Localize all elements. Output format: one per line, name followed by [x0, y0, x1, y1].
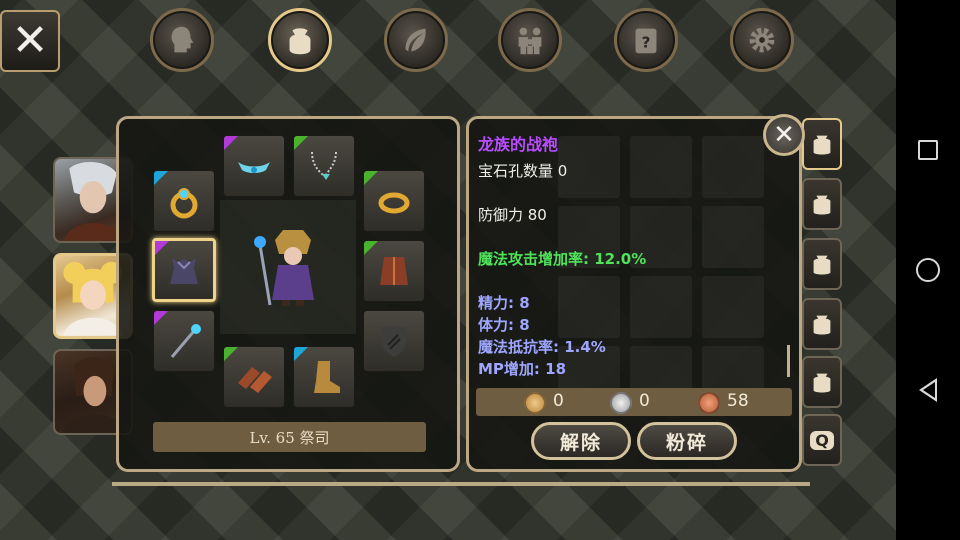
tab-character[interactable]	[150, 8, 214, 72]
close-icon: ✕	[773, 120, 795, 150]
character-level-label: Lv. 65 祭司	[153, 422, 426, 452]
necklace-icon	[311, 151, 337, 180]
bag-icon	[813, 255, 831, 275]
recent-apps-button[interactable]	[912, 134, 944, 166]
gold-amount: 0	[553, 391, 564, 411]
head-icon	[171, 26, 194, 53]
slot-boots[interactable]	[293, 346, 355, 408]
tab-social[interactable]	[498, 8, 562, 72]
defense-stat: 防御力 80	[478, 206, 547, 224]
slot-cloak[interactable]	[363, 240, 425, 302]
gear-icon	[749, 27, 775, 53]
slot-armor[interactable]	[152, 238, 216, 302]
cloak-icon	[380, 257, 408, 285]
close-info-button[interactable]: ✕	[763, 114, 805, 156]
slot-gloves[interactable]	[223, 346, 285, 408]
bag-icon	[813, 135, 831, 155]
bag-icon	[813, 373, 831, 393]
divider	[112, 482, 810, 486]
svg-text:?: ?	[642, 34, 651, 52]
gloves-icon	[238, 367, 272, 393]
slot-head[interactable]	[223, 135, 285, 197]
copper-coin-icon	[698, 392, 720, 414]
bag-tab-3[interactable]	[802, 238, 842, 290]
silver-coin-icon	[610, 392, 632, 414]
boots-icon	[314, 361, 340, 393]
stat-line: 魔法抵抗率: 1.4%	[478, 338, 606, 356]
back-triangle-icon	[919, 378, 937, 402]
bag-tab-quest-label: Q	[810, 430, 834, 450]
slot-necklace[interactable]	[293, 135, 355, 197]
info-scrollbar[interactable]	[787, 345, 790, 377]
bag-tab-quest[interactable]: Q	[802, 414, 842, 466]
socket-count: 宝石孔数量 0	[478, 162, 568, 180]
slot-weapon[interactable]	[153, 310, 215, 372]
bag-icon	[813, 315, 831, 335]
stat-line: MP增加: 18	[478, 360, 567, 378]
bag-icon	[289, 28, 311, 55]
silver-amount: 0	[639, 391, 650, 411]
bag-tab-5[interactable]	[802, 356, 842, 408]
character-preview-area	[220, 200, 356, 334]
unequip-button[interactable]: 解除	[531, 422, 631, 460]
copper-amount: 58	[727, 391, 749, 411]
tab-skills[interactable]	[384, 8, 448, 72]
back-button[interactable]	[912, 374, 944, 406]
bag-tab-4[interactable]	[802, 298, 842, 350]
close-menu-button[interactable]: ✕	[0, 10, 60, 72]
bag-icon	[813, 195, 831, 215]
scroll-icon: ?	[635, 28, 657, 54]
stat-line: 体力: 8	[478, 316, 530, 334]
square-icon	[918, 140, 938, 160]
gold-coin-icon	[524, 392, 546, 414]
home-button[interactable]	[912, 254, 944, 286]
system-nav-bar	[896, 0, 960, 540]
item-name: 龙族的战袍	[478, 135, 559, 154]
game-scene: ✕ ? Lv. 65 祭司 Q 龙族的战袍 宝石孔数量 0 防御力 80 魔法攻…	[0, 0, 896, 540]
tab-bag[interactable]	[268, 8, 332, 72]
bag-tab-2[interactable]	[802, 178, 842, 230]
tab-settings[interactable]	[730, 8, 794, 72]
bag-tab-1[interactable]	[802, 118, 842, 170]
priest-sprite	[254, 230, 314, 306]
smash-button[interactable]: 粉碎	[637, 422, 737, 460]
staff-icon	[170, 324, 201, 358]
shield-icon	[382, 327, 406, 357]
magic-attack-stat: 魔法攻击增加率: 12.0%	[478, 250, 647, 268]
close-icon: ✕	[11, 15, 49, 66]
slot-ring-right[interactable]	[363, 170, 425, 232]
gold-ring-icon	[170, 188, 198, 219]
gold-band-icon	[378, 192, 410, 214]
stat-line: 精力: 8	[478, 294, 530, 312]
slot-ring-left[interactable]	[153, 170, 215, 232]
slot-shield-empty[interactable]	[363, 310, 425, 372]
circlet-icon	[238, 162, 270, 173]
tab-quest[interactable]: ?	[614, 8, 678, 72]
family-icon	[518, 27, 542, 55]
leaf-icon	[405, 28, 426, 52]
circle-icon	[916, 258, 940, 282]
